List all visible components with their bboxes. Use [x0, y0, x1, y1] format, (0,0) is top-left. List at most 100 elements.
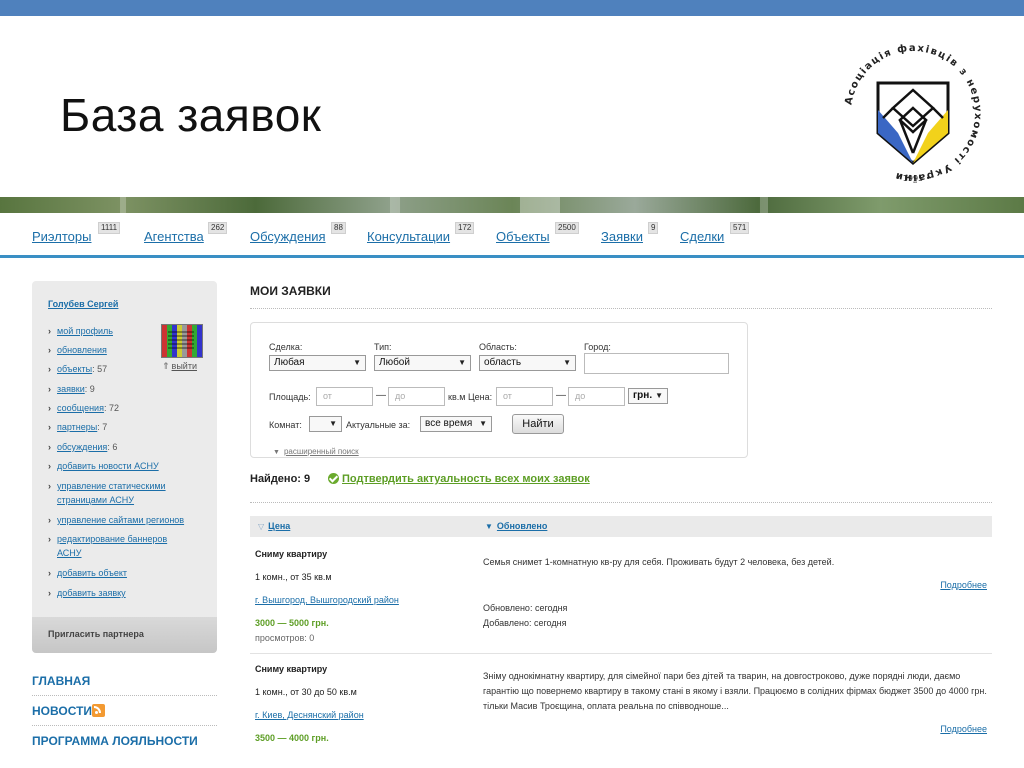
- type-label: Тип:: [374, 342, 392, 352]
- price-to-input[interactable]: до: [568, 387, 625, 406]
- range-dash: —: [376, 390, 386, 401]
- area-label: Площадь:: [269, 392, 311, 402]
- nav-count-badge: 88: [331, 222, 346, 234]
- found-count: Найдено: 9: [250, 473, 311, 485]
- search-filter-form: Сделка: Любая ▼ Тип: Любой ▼ Область: обла…: [250, 322, 748, 458]
- request-rooms: 1 комн., от 35 кв.м: [255, 572, 332, 582]
- chevron-right-icon: ›: [48, 515, 51, 525]
- nav-count-badge: 262: [208, 222, 228, 234]
- nav-count-badge: 9: [648, 222, 659, 234]
- request-location-link[interactable]: г. Киев, Деснянский район: [255, 710, 364, 720]
- link-loyalty-program[interactable]: ПРОГРАММА ЛОЯЛЬНОСТИ: [32, 726, 217, 755]
- dropdown-arrow-icon: ▼: [353, 358, 361, 367]
- link-home[interactable]: ГЛАВНАЯ: [32, 666, 217, 696]
- sort-by-price[interactable]: ▽ Цена: [258, 521, 290, 531]
- request-location-link[interactable]: г. Вышгород, Вышгородский район: [255, 595, 399, 605]
- nav-item-discussions[interactable]: Обсуждения 88: [250, 222, 346, 244]
- invite-partner-button[interactable]: Пригласить партнера: [32, 617, 217, 653]
- nav-item-deals[interactable]: Сделки 571: [680, 222, 750, 244]
- check-circle-icon: [328, 473, 339, 484]
- divider: [250, 502, 992, 503]
- added-date: Добавлено: сегодня: [483, 618, 567, 628]
- details-link[interactable]: Подробнее: [940, 580, 987, 590]
- slide-top-bar: [0, 0, 1024, 16]
- asnu-logo: Асоціація фахівців з нерухомості України…: [843, 42, 981, 184]
- rss-icon[interactable]: [92, 704, 105, 717]
- request-price: 3000 — 5000 грн.: [255, 618, 329, 628]
- request-title: Сниму квартиру: [255, 664, 328, 674]
- menu-item-banners[interactable]: › редактирование баннеров АСНУ: [48, 532, 198, 560]
- rooms-select[interactable]: ▼: [309, 416, 342, 432]
- menu-item-objects[interactable]: › объекты: 57: [48, 362, 198, 376]
- chevron-right-icon: ›: [48, 364, 51, 374]
- chevron-right-icon: ›: [48, 384, 51, 394]
- advanced-search-toggle[interactable]: ▼ расширенный поиск: [273, 447, 359, 456]
- menu-item-messages[interactable]: › сообщения: 72: [48, 401, 198, 415]
- request-description: Семья снимет 1-комнатную кв-ру для себя.…: [483, 557, 835, 567]
- dropdown-arrow-icon: ▼: [655, 391, 663, 400]
- sort-by-updated[interactable]: ▼ Обновлено: [485, 521, 547, 531]
- request-title: Сниму квартиру: [255, 549, 328, 559]
- chevron-right-icon: ›: [48, 442, 51, 452]
- slide-title: База заявок: [60, 89, 322, 141]
- sort-triangle-icon: ▼: [485, 522, 493, 531]
- nav-item-objects[interactable]: Объекты 2500: [496, 222, 579, 244]
- menu-item-static-pages[interactable]: › управление статическими страницами АСНУ: [48, 479, 198, 507]
- divider: [250, 308, 992, 309]
- chevron-right-icon: ›: [48, 568, 51, 578]
- chevron-right-icon: ›: [48, 422, 51, 432]
- menu-item-partners[interactable]: › партнеры: 7: [48, 420, 198, 434]
- price-from-input[interactable]: от: [496, 387, 553, 406]
- chevron-right-icon: ›: [48, 461, 51, 471]
- city-label: Город:: [584, 342, 611, 352]
- link-news[interactable]: НОВОСТИ: [32, 696, 217, 726]
- dropdown-arrow-icon: ▼: [479, 419, 487, 428]
- currency-select[interactable]: грн. ▼: [628, 388, 668, 404]
- rooms-label: Комнат:: [269, 420, 302, 430]
- menu-item-requests[interactable]: › заявки: 9: [48, 382, 198, 396]
- results-table-header: ▽ Цена ▼ Обновлено: [250, 516, 992, 537]
- deal-select[interactable]: Любая ▼: [269, 355, 366, 371]
- deal-label: Сделка:: [269, 342, 303, 352]
- region-select[interactable]: область ▼: [479, 355, 576, 371]
- nav-item-consultations[interactable]: Консультации 172: [367, 222, 475, 244]
- find-button[interactable]: Найти: [512, 414, 564, 434]
- area-from-input[interactable]: от: [316, 387, 373, 406]
- area-unit-label: кв.м: [448, 392, 466, 402]
- menu-item-add-request[interactable]: › добавить заявку: [48, 586, 198, 600]
- chevron-right-icon: ›: [48, 326, 51, 336]
- area-to-input[interactable]: до: [388, 387, 445, 406]
- menu-item-region-sites[interactable]: › управление сайтами регионов: [48, 513, 198, 527]
- nav-item-realtors[interactable]: Риэлторы 1111: [32, 222, 121, 244]
- type-select[interactable]: Любой ▼: [374, 355, 471, 371]
- updated-date: Обновлено: сегодня: [483, 603, 568, 613]
- chevron-right-icon: ›: [48, 345, 51, 355]
- dropdown-arrow-icon: ▼: [458, 358, 466, 367]
- user-sidebar: Голубев Сергей ⇑ выйти › мой профиль › обно…: [32, 281, 217, 653]
- request-price: 3500 — 4000 грн.: [255, 733, 329, 743]
- menu-item-discussions[interactable]: › обсуждения: 6: [48, 440, 198, 454]
- city-input[interactable]: [584, 353, 729, 374]
- nav-item-agencies[interactable]: Агентства 262: [144, 222, 228, 244]
- nav-item-requests[interactable]: Заявки 9: [601, 222, 659, 244]
- request-description: Зніму однокімнатну квартиру, для сімейно…: [483, 671, 987, 711]
- user-name-link[interactable]: Голубев Сергей: [48, 299, 118, 309]
- chevron-right-icon: ›: [48, 403, 51, 413]
- menu-item-profile[interactable]: › мой профиль: [48, 324, 198, 338]
- details-link[interactable]: Подробнее: [940, 724, 987, 734]
- menu-item-updates[interactable]: › обновления: [48, 343, 198, 357]
- dropdown-arrow-icon: ▼: [563, 358, 571, 367]
- menu-item-add-object[interactable]: › добавить объект: [48, 566, 198, 580]
- sort-triangle-icon: ▽: [258, 522, 265, 531]
- price-label: Цена:: [468, 392, 493, 402]
- table-row: Сниму квартиру 1 комн., от 30 до 50 кв.м…: [250, 658, 992, 758]
- menu-item-add-news[interactable]: › добавить новости АСНУ: [48, 459, 198, 473]
- confirm-all-requests-link[interactable]: Подтвердить актуальность всех моих заяво…: [342, 473, 590, 485]
- triangle-down-icon: ▼: [273, 449, 280, 456]
- chevron-right-icon: ›: [48, 588, 51, 598]
- nav-count-badge: 1111: [98, 222, 121, 234]
- svg-text:• 1995 •: • 1995 •: [896, 174, 931, 183]
- header-banner-photo: [0, 197, 1024, 213]
- request-rooms: 1 комн., от 30 до 50 кв.м: [255, 687, 357, 697]
- actual-period-select[interactable]: все время ▼: [420, 416, 492, 432]
